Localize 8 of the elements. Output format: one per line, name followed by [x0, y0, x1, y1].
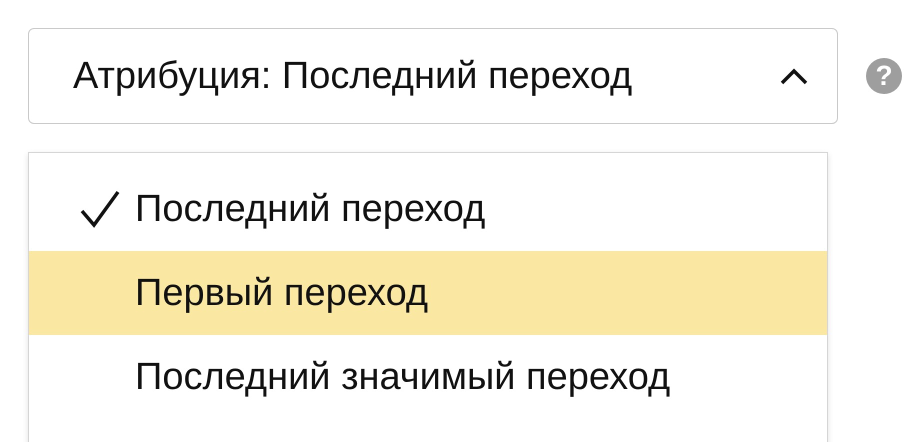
menu-item[interactable]: Первый переход [29, 251, 827, 335]
menu-item-label: Последний переход [135, 188, 486, 230]
dropdown-label: Атрибуция: Последний переход [73, 54, 632, 98]
menu-item[interactable]: Последний значимый переход [29, 335, 827, 419]
attribution-dropdown[interactable]: Атрибуция: Последний переход [28, 28, 838, 124]
menu-item-label: Последний значимый переход [135, 356, 670, 398]
menu-item[interactable]: Последний переход [29, 167, 827, 251]
menu-item-label: Первый переход [135, 272, 428, 314]
